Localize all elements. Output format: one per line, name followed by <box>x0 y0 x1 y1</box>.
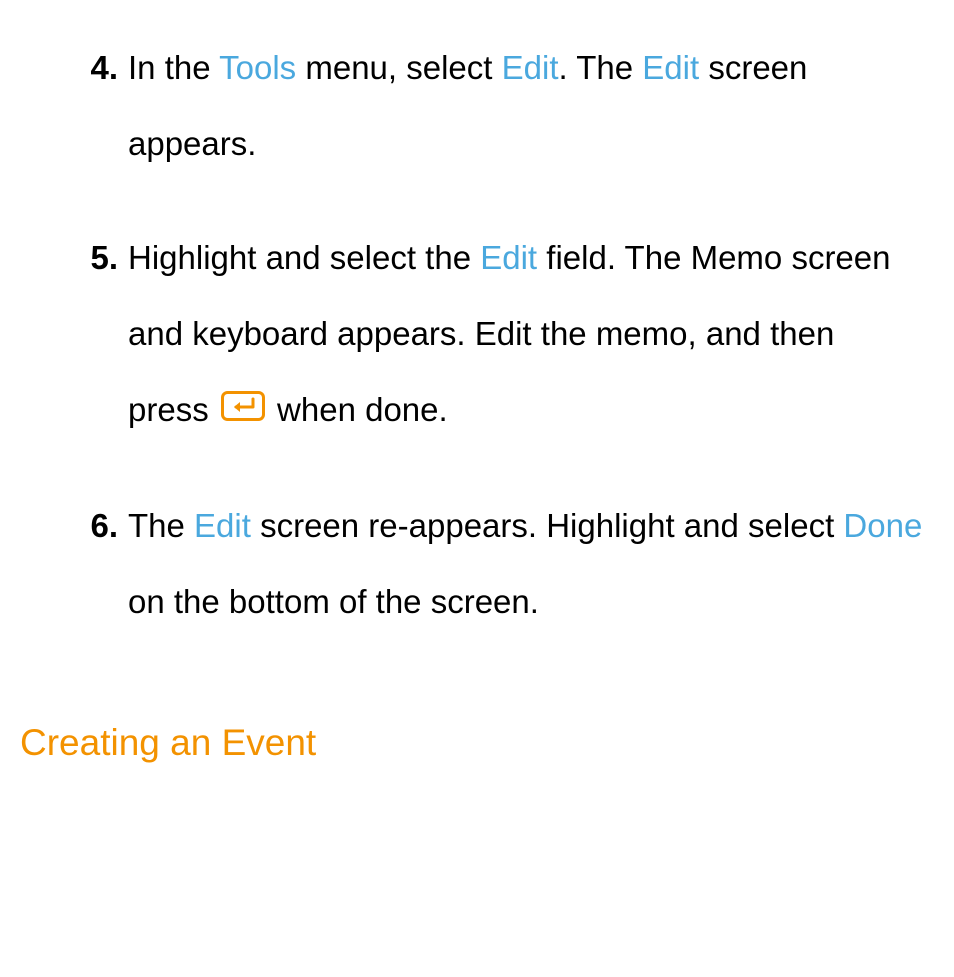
step-body: Highlight and select the Edit field. The… <box>128 220 924 450</box>
step-number: 4. <box>30 30 128 106</box>
step-text: when done. <box>268 391 448 428</box>
ui-term: Edit <box>194 507 251 544</box>
instruction-step: 5. Highlight and select the Edit field. … <box>30 220 924 450</box>
instruction-step: 4. In the Tools menu, select Edit. The E… <box>30 30 924 182</box>
step-number: 6. <box>30 488 128 564</box>
step-text: on the bottom of the screen. <box>128 583 539 620</box>
instruction-step: 6. The Edit screen re-appears. Highlight… <box>30 488 924 640</box>
step-text: Highlight and select the <box>128 239 480 276</box>
ui-term: Edit <box>502 49 559 86</box>
step-body: The Edit screen re-appears. Highlight an… <box>128 488 924 640</box>
step-text: The <box>128 507 194 544</box>
step-body: In the Tools menu, select Edit. The Edit… <box>128 30 924 182</box>
step-text: menu, select <box>296 49 501 86</box>
ui-term: Edit <box>480 239 537 276</box>
step-text: screen re-appears. Highlight and select <box>251 507 844 544</box>
step-text: . The <box>559 49 643 86</box>
section-heading: Creating an Event <box>20 700 924 785</box>
step-number: 5. <box>30 220 128 296</box>
ui-term: Done <box>843 507 922 544</box>
enter-icon <box>221 372 265 448</box>
instruction-list: 4. In the Tools menu, select Edit. The E… <box>30 30 924 640</box>
step-text: In the <box>128 49 219 86</box>
ui-term: Tools <box>219 49 296 86</box>
ui-term: Edit <box>642 49 699 86</box>
document-page: 4. In the Tools menu, select Edit. The E… <box>0 0 954 785</box>
